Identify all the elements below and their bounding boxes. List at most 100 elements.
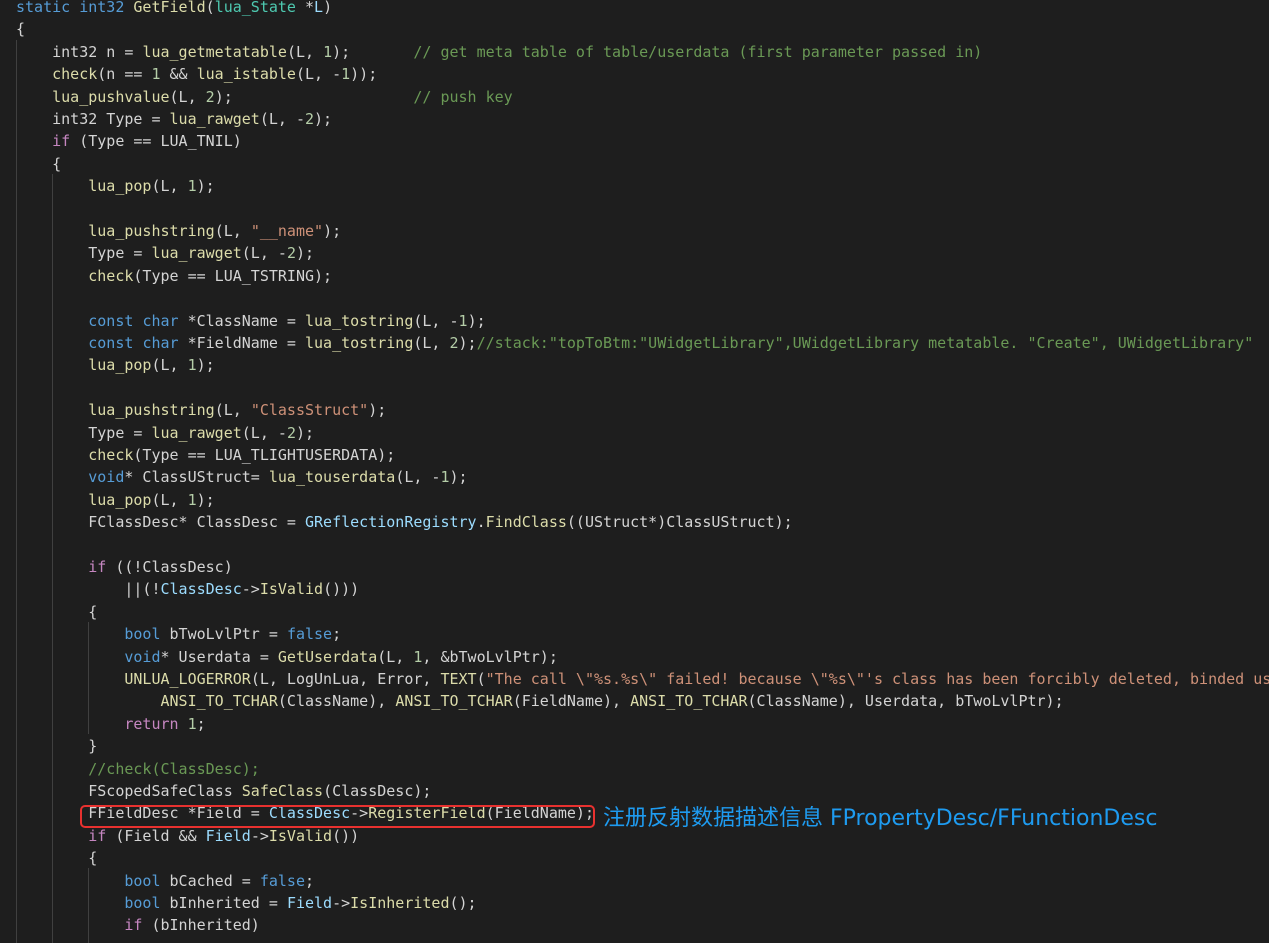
code-line: FScopedSafeClass SafeClass(ClassDesc); — [16, 780, 431, 802]
code-token: ANSI_TO_TCHAR — [395, 692, 513, 711]
code-line: bool bCached = false; — [16, 870, 314, 892]
code-line: lua_pushvalue(L, 2); // push key — [16, 86, 513, 108]
code-editor[interactable]: static int32 GetField(lua_State *L){ int… — [0, 0, 1269, 943]
code-line: return 1; — [16, 713, 206, 735]
code-token: ())) — [323, 580, 360, 599]
code-token: lua_pushstring — [88, 401, 215, 420]
code-token: { — [16, 602, 98, 621]
code-token: int32 — [79, 0, 134, 16]
code-token: 1 — [187, 356, 197, 375]
code-token: ANSI_TO_TCHAR — [160, 692, 278, 711]
code-line: const char *FieldName = lua_tostring(L, … — [16, 332, 1253, 354]
code-token: ); — [214, 87, 414, 106]
code-token: ); — [196, 177, 215, 196]
code-line: ||(!ClassDesc->IsValid())) — [16, 578, 359, 600]
code-token: ); — [295, 423, 315, 442]
code-token: void — [124, 647, 161, 666]
code-token: (L, — [151, 356, 188, 375]
code-token: FFieldDesc *Field = — [16, 804, 269, 823]
code-token: ClassDesc — [268, 804, 351, 823]
code-line: lua_pushstring(L, "ClassStruct"); — [16, 399, 386, 421]
code-token: { — [16, 849, 98, 868]
code-token: ); — [196, 356, 215, 375]
code-token: 1 — [187, 490, 197, 509]
code-line: { — [16, 601, 97, 623]
code-token: ANSI_TO_TCHAR — [630, 692, 748, 711]
code-token: int32 Type = — [16, 110, 170, 128]
code-token: (L, - — [241, 244, 287, 263]
code-line: check(n == 1 && lua_istable(L, -1)); — [16, 63, 377, 85]
code-token: ((!ClassDesc) — [106, 558, 233, 576]
code-line: static int32 GetField(lua_State *L) — [16, 0, 332, 18]
code-line: UNLUA_LOGERROR(L, LogUnLua, Error, TEXT(… — [16, 668, 1269, 690]
code-token: const — [88, 334, 143, 352]
code-token: (L, — [151, 177, 188, 196]
code-token: if — [52, 132, 71, 151]
code-token: (L, - — [395, 468, 441, 487]
code-token: lua_pushvalue — [52, 87, 170, 106]
code-token: (L, — [169, 87, 206, 106]
code-token: RegisterField — [368, 804, 486, 823]
code-token: lua_pushstring — [88, 222, 215, 240]
code-token: bInherited = — [169, 894, 287, 912]
code-token: TEXT — [440, 670, 477, 688]
code-token: ); — [449, 468, 468, 487]
code-line: const char *ClassName = lua_tostring(L, … — [16, 310, 485, 332]
code-token: IsInherited — [350, 894, 450, 912]
code-token: FScopedSafeClass — [16, 782, 242, 800]
code-token: lua_State — [214, 0, 305, 16]
code-token: -> — [350, 804, 369, 823]
code-token: lua_tostring — [305, 334, 414, 352]
code-token: 1 — [458, 311, 468, 330]
code-token: static — [16, 0, 80, 16]
code-token: bool — [124, 871, 170, 890]
code-token: (ClassName), Userdata, bTwoLvlPtr); — [747, 692, 1064, 711]
code-token: if — [124, 916, 143, 935]
code-line: { — [16, 18, 25, 40]
code-token: 2 — [305, 110, 315, 128]
code-token: (L, - — [259, 110, 305, 128]
code-line: Type = lua_rawget(L, -2); — [16, 422, 314, 444]
code-token: void — [88, 468, 125, 487]
code-token: (Type == LUA_TNIL) — [70, 132, 242, 151]
code-token: )); — [350, 65, 378, 84]
code-token: ; — [305, 871, 315, 890]
code-token: 1 — [341, 65, 351, 84]
code-token: FClassDesc* ClassDesc = — [16, 513, 305, 532]
code-line: bool bInherited = Field->IsInherited(); — [16, 892, 476, 914]
code-token: Type = — [16, 423, 152, 442]
code-line: if (bInherited) — [16, 914, 259, 936]
code-token: lua_pop — [88, 177, 152, 196]
code-line: FClassDesc* ClassDesc = GReflectionRegis… — [16, 511, 792, 533]
code-token: (L, — [286, 42, 324, 61]
code-token: "__name" — [250, 222, 324, 240]
code-line: ANSI_TO_TCHAR(ClassName), ANSI_TO_TCHAR(… — [16, 690, 1064, 712]
code-token: (Field && — [106, 826, 206, 845]
code-token: bCached = — [169, 871, 260, 890]
code-token: (ClassDesc); — [323, 782, 432, 800]
code-token: return — [124, 714, 188, 733]
code-line: Type = lua_rawget(L, -2); — [16, 242, 314, 264]
code-token: ); — [368, 401, 387, 420]
code-token: 2 — [286, 244, 296, 263]
code-token: ); — [332, 42, 414, 61]
code-token: ()) — [332, 826, 360, 845]
code-token: 1 — [323, 42, 333, 61]
code-token: ; — [196, 714, 206, 733]
code-token: (L, — [151, 490, 188, 509]
code-token: bTwoLvlPtr = — [169, 625, 287, 644]
code-token: lua_pop — [88, 490, 152, 509]
code-line: bool bTwoLvlPtr = false; — [16, 623, 341, 645]
code-token: (Type == LUA_TLIGHTUSERDATA); — [133, 446, 396, 464]
code-line: lua_pushstring(L, "__name"); — [16, 220, 341, 242]
